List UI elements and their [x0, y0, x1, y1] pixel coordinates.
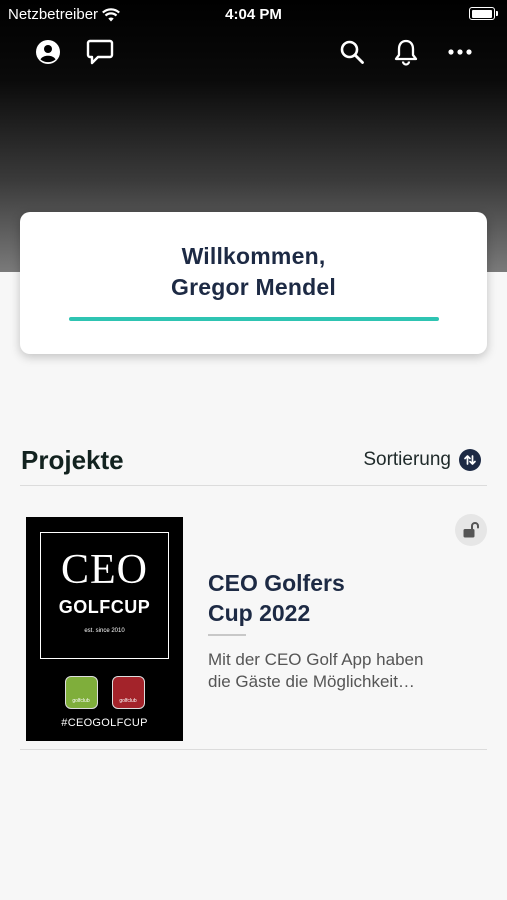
welcome-card: Willkommen, Gregor Mendel — [20, 212, 487, 354]
account-icon — [36, 40, 60, 64]
cover-subtitle: GOLFCUP — [58, 597, 151, 617]
more-icon — [448, 49, 472, 55]
project-divider — [208, 634, 246, 636]
status-time: 4:04 PM — [225, 6, 282, 23]
account-button[interactable] — [32, 36, 64, 68]
cover-est: est. since 2010 — [84, 628, 125, 634]
status-bar: Netzbetreiber 4:04 PM — [0, 0, 507, 28]
unlocked-padlock-icon — [463, 522, 479, 538]
project-title-line2: Cup 2022 — [208, 600, 311, 626]
cover-frame: CEO GOLFCUP est. since 2010 — [40, 532, 169, 659]
welcome-user-name: Gregor Mendel — [171, 274, 336, 300]
cover-logos: golfclub golfclub — [26, 676, 183, 709]
project-description: Mit der CEO Golf App haben die Gäste die… — [208, 649, 470, 693]
top-nav — [0, 36, 507, 72]
search-button[interactable] — [336, 36, 368, 68]
project-card[interactable]: CEO GOLFCUP est. since 2010 golfclub gol… — [20, 506, 487, 750]
search-icon — [340, 40, 364, 64]
projects-header: Projekte Sortierung — [20, 440, 487, 486]
bell-icon — [394, 39, 418, 66]
sort-label: Sortierung — [363, 449, 451, 470]
messages-button[interactable] — [84, 36, 116, 68]
cover-brand: CEO — [61, 547, 148, 593]
project-lock-button[interactable] — [455, 514, 487, 546]
project-title-line1: CEO Golfers — [208, 570, 345, 596]
cover-hashtag: #CEOGOLFCUP — [61, 717, 148, 729]
projects-title: Projekte — [21, 445, 124, 475]
cover-logo-right: golfclub — [111, 676, 145, 709]
notifications-button[interactable] — [390, 36, 422, 68]
project-description-line1: Mit der CEO Golf App haben — [208, 650, 424, 669]
project-description-line2: die Gäste die Möglichkeit… — [208, 672, 415, 691]
more-button[interactable] — [444, 36, 476, 68]
chat-bubble-icon — [86, 39, 114, 65]
sort-button[interactable]: Sortierung — [363, 449, 481, 471]
battery-icon — [469, 7, 498, 20]
project-cover-image: CEO GOLFCUP est. since 2010 golfclub gol… — [26, 517, 183, 741]
sort-icon — [459, 449, 481, 471]
welcome-accent-line — [68, 317, 439, 321]
welcome-greeting: Willkommen, — [181, 243, 326, 269]
project-title: CEO Golfers Cup 2022 — [208, 568, 345, 628]
cover-logo-left: golfclub — [64, 676, 98, 709]
